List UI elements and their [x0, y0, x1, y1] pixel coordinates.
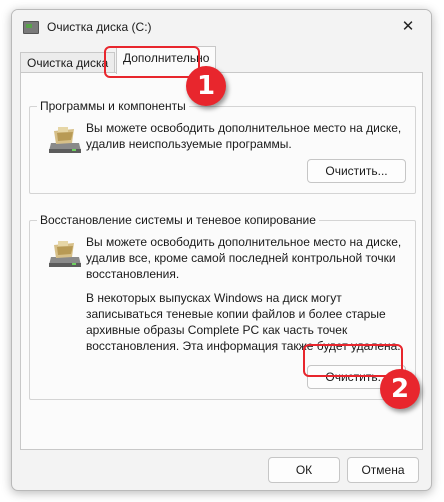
system-restore-description: Вы можете освободить дополнительное мест…	[86, 235, 402, 281]
system-restore-group: Восстановление системы и теневое копиров…	[29, 213, 416, 400]
programs-description: Вы можете освободить дополнительное мест…	[86, 121, 402, 151]
step-2-badge: 2	[380, 369, 420, 409]
step-1-badge: 1	[186, 66, 226, 106]
window-title: Очистка диска (C:)	[47, 20, 152, 34]
drive-cleanup-icon	[49, 127, 81, 153]
ok-button[interactable]: ОК	[268, 457, 340, 483]
close-button[interactable]: ✕	[385, 10, 431, 43]
tab-disk-cleanup[interactable]: Очистка диска	[20, 52, 116, 73]
disk-cleanup-app-icon	[23, 21, 39, 34]
drive-cleanup-icon	[49, 241, 81, 267]
programs-group: Программы и компоненты Вы можете освобод…	[29, 99, 416, 194]
shadow-copies-description: В некоторых выпусках Windows на диск мог…	[86, 291, 401, 353]
tab-panel: Программы и компоненты Вы можете освобод…	[20, 72, 423, 450]
programs-group-title: Программы и компоненты	[37, 99, 189, 113]
cancel-button[interactable]: Отмена	[347, 457, 419, 483]
system-restore-group-title: Восстановление системы и теневое копиров…	[37, 213, 319, 227]
title-bar: Очистка диска (C:) ✕	[12, 10, 431, 44]
close-icon: ✕	[401, 18, 415, 35]
programs-cleanup-button[interactable]: Очистить...	[307, 159, 406, 183]
